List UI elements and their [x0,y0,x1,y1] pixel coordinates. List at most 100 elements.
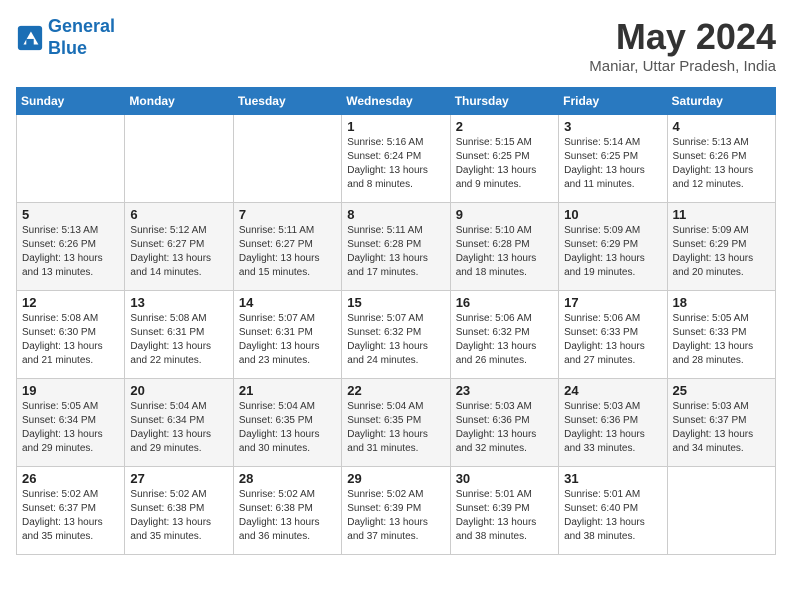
weekday-header: Thursday [450,88,558,115]
calendar-cell: 23 Sunrise: 5:03 AM Sunset: 6:36 PM Dayli… [450,379,558,467]
calendar-cell: 25 Sunrise: 5:03 AM Sunset: 6:37 PM Dayli… [667,379,775,467]
day-info: Sunrise: 5:07 AM Sunset: 6:32 PM Dayligh… [347,312,444,368]
day-number: 14 [239,295,336,310]
calendar-cell: 11Sunrise: 5:09 AM Sunset: 6:29 PM Dayli… [667,203,775,291]
weekday-header: Friday [559,88,667,115]
weekday-header: Tuesday [233,88,341,115]
calendar-cell [125,115,233,203]
day-number: 6 [130,207,227,222]
day-info: Sunrise: 5:11 AM Sunset: 6:27 PM Dayligh… [239,224,336,280]
day-number: 29 [347,471,444,486]
title-block: May 2024 Maniar, Uttar Pradesh, India [589,16,776,75]
day-number: 2 [456,119,553,134]
day-info: Sunrise: 5:02 AM Sunset: 6:38 PM Dayligh… [239,488,336,544]
day-number: 25 [673,383,770,398]
day-number: 18 [673,295,770,310]
calendar-cell: 16Sunrise: 5:06 AM Sunset: 6:32 PM Dayli… [450,291,558,379]
day-info: Sunrise: 5:09 AM Sunset: 6:29 PM Dayligh… [673,224,770,280]
calendar-cell: 14 Sunrise: 5:07 AM Sunset: 6:31 PM Dayli… [233,291,341,379]
calendar-cell: 29 Sunrise: 5:02 AM Sunset: 6:39 PM Dayli… [342,467,450,555]
calendar-cell: 12Sunrise: 5:08 AM Sunset: 6:30 PM Dayli… [17,291,125,379]
day-info: Sunrise: 5:02 AM Sunset: 6:39 PM Dayligh… [347,488,444,544]
calendar-cell: 9Sunrise: 5:10 AM Sunset: 6:28 PM Daylig… [450,203,558,291]
page-header: General Blue May 2024 Maniar, Uttar Prad… [16,16,776,75]
calendar-cell: 24Sunrise: 5:03 AM Sunset: 6:36 PM Dayli… [559,379,667,467]
day-info: Sunrise: 5:11 AM Sunset: 6:28 PM Dayligh… [347,224,444,280]
day-number: 28 [239,471,336,486]
calendar-cell: 5Sunrise: 5:13 AM Sunset: 6:26 PM Daylig… [17,203,125,291]
day-number: 8 [347,207,444,222]
day-info: Sunrise: 5:05 AM Sunset: 6:33 PM Dayligh… [673,312,770,368]
logo: General Blue [16,16,115,59]
day-number: 7 [239,207,336,222]
day-number: 13 [130,295,227,310]
day-info: Sunrise: 5:06 AM Sunset: 6:32 PM Dayligh… [456,312,553,368]
calendar-header-row: SundayMondayTuesdayWednesdayThursdayFrid… [17,88,776,115]
calendar-cell: 2 Sunrise: 5:15 AM Sunset: 6:25 PM Daylig… [450,115,558,203]
calendar-cell: 19 Sunrise: 5:05 AM Sunset: 6:34 PM Dayli… [17,379,125,467]
calendar-cell: 7 Sunrise: 5:11 AM Sunset: 6:27 PM Daylig… [233,203,341,291]
calendar-week-row: 12Sunrise: 5:08 AM Sunset: 6:30 PM Dayli… [17,291,776,379]
day-number: 23 [456,383,553,398]
day-info: Sunrise: 5:03 AM Sunset: 6:37 PM Dayligh… [673,400,770,456]
calendar-cell [667,467,775,555]
calendar-week-row: 1Sunrise: 5:16 AM Sunset: 6:24 PM Daylig… [17,115,776,203]
day-number: 17 [564,295,661,310]
calendar-week-row: 19 Sunrise: 5:05 AM Sunset: 6:34 PM Dayli… [17,379,776,467]
day-number: 20 [130,383,227,398]
day-info: Sunrise: 5:06 AM Sunset: 6:33 PM Dayligh… [564,312,661,368]
day-number: 27 [130,471,227,486]
day-number: 4 [673,119,770,134]
logo-line1: General [48,16,115,36]
day-info: Sunrise: 5:03 AM Sunset: 6:36 PM Dayligh… [456,400,553,456]
day-info: Sunrise: 5:09 AM Sunset: 6:29 PM Dayligh… [564,224,661,280]
day-info: Sunrise: 5:12 AM Sunset: 6:27 PM Dayligh… [130,224,227,280]
day-number: 9 [456,207,553,222]
calendar-cell: 3 Sunrise: 5:14 AM Sunset: 6:25 PM Daylig… [559,115,667,203]
calendar-cell: 20 Sunrise: 5:04 AM Sunset: 6:34 PM Dayli… [125,379,233,467]
calendar-cell [233,115,341,203]
day-info: Sunrise: 5:08 AM Sunset: 6:31 PM Dayligh… [130,312,227,368]
day-number: 30 [456,471,553,486]
day-info: Sunrise: 5:01 AM Sunset: 6:39 PM Dayligh… [456,488,553,544]
calendar-cell: 1Sunrise: 5:16 AM Sunset: 6:24 PM Daylig… [342,115,450,203]
calendar-week-row: 5Sunrise: 5:13 AM Sunset: 6:26 PM Daylig… [17,203,776,291]
month-title: May 2024 [589,16,776,58]
weekday-header: Monday [125,88,233,115]
calendar-cell: 8 Sunrise: 5:11 AM Sunset: 6:28 PM Daylig… [342,203,450,291]
calendar-table: SundayMondayTuesdayWednesdayThursdayFrid… [16,87,776,555]
day-info: Sunrise: 5:07 AM Sunset: 6:31 PM Dayligh… [239,312,336,368]
calendar-cell: 4 Sunrise: 5:13 AM Sunset: 6:26 PM Daylig… [667,115,775,203]
day-number: 10 [564,207,661,222]
calendar-cell: 6 Sunrise: 5:12 AM Sunset: 6:27 PM Daylig… [125,203,233,291]
day-info: Sunrise: 5:02 AM Sunset: 6:37 PM Dayligh… [22,488,119,544]
logo-line2: Blue [48,38,115,60]
day-number: 21 [239,383,336,398]
day-number: 19 [22,383,119,398]
day-info: Sunrise: 5:01 AM Sunset: 6:40 PM Dayligh… [564,488,661,544]
day-number: 3 [564,119,661,134]
calendar-cell [17,115,125,203]
calendar-cell: 13 Sunrise: 5:08 AM Sunset: 6:31 PM Dayli… [125,291,233,379]
calendar-cell: 17 Sunrise: 5:06 AM Sunset: 6:33 PM Dayli… [559,291,667,379]
calendar-cell: 28 Sunrise: 5:02 AM Sunset: 6:38 PM Dayli… [233,467,341,555]
calendar-cell: 15 Sunrise: 5:07 AM Sunset: 6:32 PM Dayli… [342,291,450,379]
day-number: 26 [22,471,119,486]
day-number: 15 [347,295,444,310]
day-info: Sunrise: 5:14 AM Sunset: 6:25 PM Dayligh… [564,136,661,192]
calendar-week-row: 26 Sunrise: 5:02 AM Sunset: 6:37 PM Dayli… [17,467,776,555]
calendar-cell: 27Sunrise: 5:02 AM Sunset: 6:38 PM Dayli… [125,467,233,555]
day-info: Sunrise: 5:05 AM Sunset: 6:34 PM Dayligh… [22,400,119,456]
calendar-cell: 31 Sunrise: 5:01 AM Sunset: 6:40 PM Dayli… [559,467,667,555]
weekday-header: Saturday [667,88,775,115]
day-info: Sunrise: 5:13 AM Sunset: 6:26 PM Dayligh… [673,136,770,192]
day-number: 24 [564,383,661,398]
day-info: Sunrise: 5:13 AM Sunset: 6:26 PM Dayligh… [22,224,119,280]
day-number: 31 [564,471,661,486]
day-number: 1 [347,119,444,134]
calendar-cell: 22Sunrise: 5:04 AM Sunset: 6:35 PM Dayli… [342,379,450,467]
day-info: Sunrise: 5:04 AM Sunset: 6:35 PM Dayligh… [347,400,444,456]
day-info: Sunrise: 5:04 AM Sunset: 6:34 PM Dayligh… [130,400,227,456]
weekday-header: Sunday [17,88,125,115]
day-info: Sunrise: 5:15 AM Sunset: 6:25 PM Dayligh… [456,136,553,192]
